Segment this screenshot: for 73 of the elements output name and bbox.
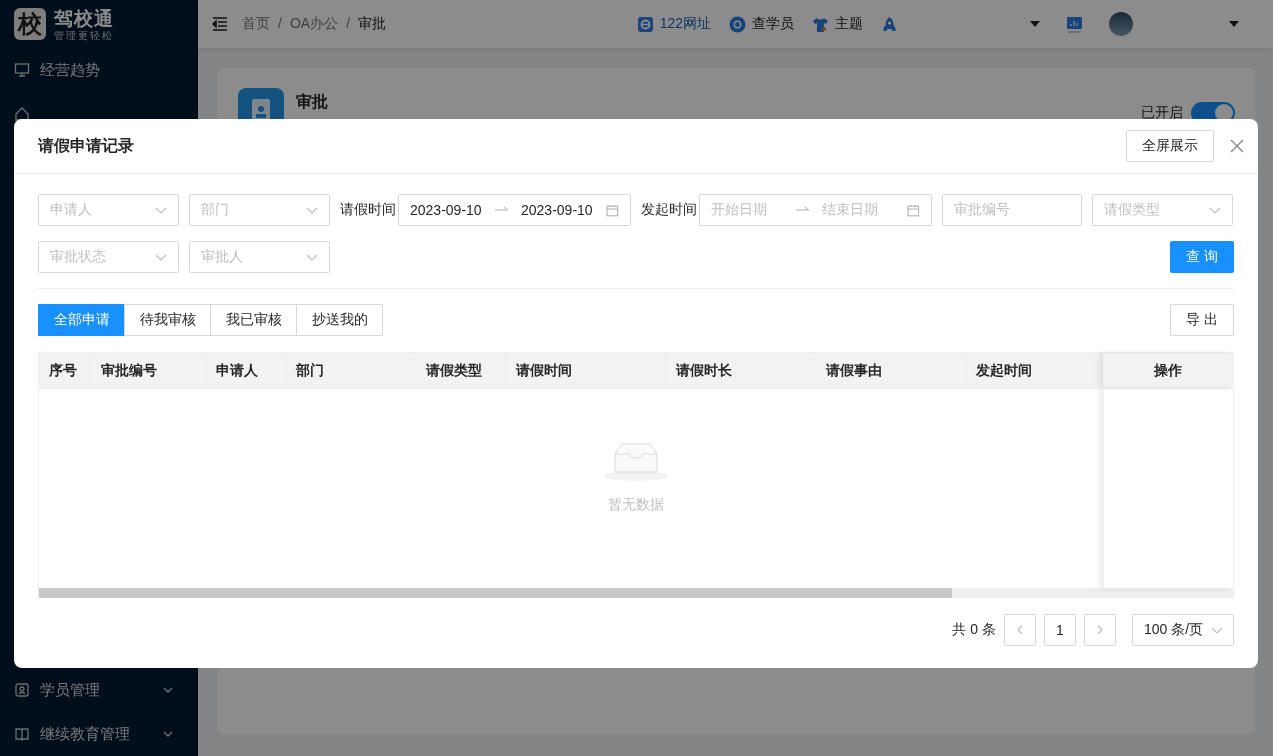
sidebar-item[interactable]: 经营趋势 [40,60,184,80]
field-label: 发起时间 [641,201,697,219]
placeholder-text: 审批状态 [50,248,106,266]
person-icon [14,682,30,698]
total-count: 共 0 条 [952,621,996,639]
date-value: 2023-09-10 [521,202,594,218]
chevron-left-icon [1015,625,1025,635]
calendar-icon [606,203,619,217]
chevron-right-icon [1095,625,1105,635]
sidebar-item[interactable]: 学员管理 [40,680,152,700]
chevron-down-icon[interactable] [162,684,174,696]
header-link[interactable]: 主题 [835,15,863,33]
date-range-field[interactable]: 2023-09-10 2023-09-10 [398,194,631,226]
header-link[interactable]: 122网址 [659,15,711,33]
monitor-icon [14,62,30,78]
filter-tab[interactable]: 抄送我的 [296,304,383,336]
column-header: 部门 [286,353,416,388]
column-header: 序号 [39,353,91,388]
logo-slogan: 管理更轻松 [54,29,114,41]
column-header: 请假事由 [816,353,966,388]
placeholder-text: 开始日期 [711,201,768,219]
rocket-icon[interactable] [881,15,898,33]
menu-fold-icon[interactable] [212,16,228,32]
placeholder-text: 请假类型 [1104,201,1160,219]
date-value: 2023-09-10 [410,202,483,218]
logo-name: 驾校通 [54,7,114,30]
page-number-button[interactable]: 1 [1044,614,1076,646]
chart-screen-icon[interactable] [1066,15,1083,33]
calendar-icon [907,203,920,217]
fullscreen-button[interactable]: 全屏展示 [1126,130,1214,162]
placeholder-text: 结束日期 [822,201,879,219]
breadcrumb-separator: / [278,15,282,33]
breadcrumb-item[interactable]: 首页 [242,15,270,33]
caret-down-icon[interactable] [1229,21,1239,27]
header-link[interactable]: 查学员 [752,15,794,33]
shirt-icon[interactable] [812,15,829,33]
column-header: 请假时长 [666,353,816,388]
sidebar-item[interactable]: 继续教育管理 [40,724,152,744]
export-button[interactable]: 导 出 [1170,304,1234,336]
placeholder-text: 部门 [201,201,229,219]
page-size-select[interactable]: 100 条/页 [1132,614,1234,646]
filter-tab[interactable]: 待我审核 [124,304,211,336]
page-size-value: 100 条/页 [1144,621,1204,639]
column-header: 请假时间 [506,353,666,388]
filter-tab[interactable]: 我已审核 [210,304,297,336]
column-header: 申请人 [206,353,286,388]
search-icon[interactable] [729,15,746,33]
breadcrumb-item: 审批 [358,15,386,33]
column-header: 请假类型 [416,353,506,388]
logo-mark: 校 [14,8,46,40]
filter-tab[interactable]: 全部申请 [38,304,125,336]
browser-icon[interactable] [636,15,654,33]
column-header: 审批编号 [91,353,206,388]
modal-title: 请假申请记录 [38,135,135,156]
switch-label: 已开启 [1141,104,1183,122]
avatar[interactable] [1109,12,1133,36]
column-header: 操作 [1103,353,1233,388]
breadcrumb-separator: / [346,15,350,33]
book-icon [14,726,30,742]
query-button[interactable]: 查 询 [1170,241,1234,273]
placeholder-text: 审批编号 [954,201,1010,219]
scrollbar-track[interactable] [39,588,1233,598]
empty-text: 暂无数据 [608,495,664,514]
field-label: 请假时间 [340,201,396,219]
placeholder-text: 审批人 [201,248,243,266]
close-icon[interactable] [1230,139,1244,153]
chevron-down-icon[interactable] [162,728,174,740]
breadcrumb-item[interactable]: OA办公 [289,15,339,33]
card-title: 审批 [296,92,328,112]
scrollbar-thumb[interactable] [39,588,953,598]
caret-down-icon[interactable] [1030,21,1040,27]
placeholder-text: 申请人 [50,201,92,219]
column-header: 发起时间 [966,353,1103,388]
